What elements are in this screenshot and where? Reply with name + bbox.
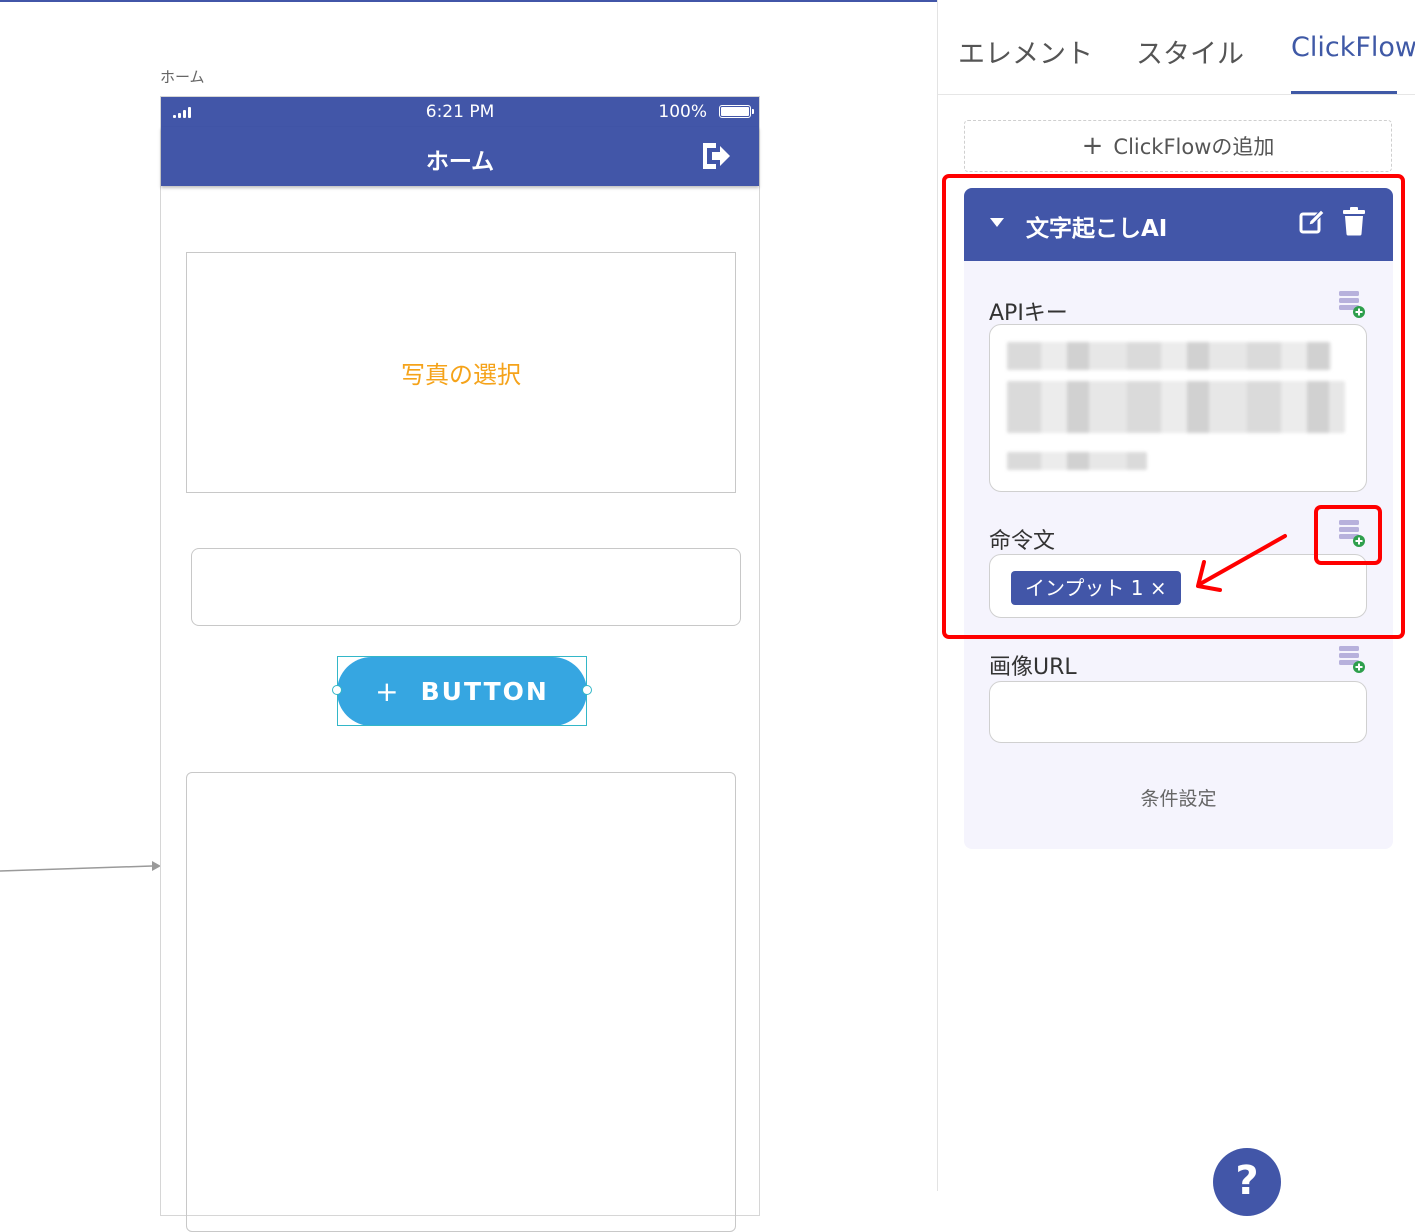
add-clickflow-label: ClickFlowの追加 bbox=[1113, 135, 1275, 159]
panel-tabs: エレメント スタイル ClickFlow bbox=[938, 0, 1415, 95]
output-text-area[interactable] bbox=[186, 772, 736, 1232]
image-url-label: 画像URL bbox=[989, 655, 1077, 680]
annotation-arrow bbox=[1196, 534, 1287, 592]
tab-style[interactable]: スタイル bbox=[1136, 32, 1244, 71]
help-button[interactable]: ? bbox=[1213, 1148, 1281, 1216]
battery-icon bbox=[719, 105, 754, 118]
screen-transition-arrow bbox=[0, 861, 161, 872]
status-bar: 6:21 PM 100% bbox=[161, 97, 759, 127]
resize-handle-right[interactable] bbox=[582, 685, 592, 695]
resize-handle-left[interactable] bbox=[332, 685, 342, 695]
selection-outline bbox=[332, 656, 592, 726]
nav-bar: ホーム bbox=[161, 127, 759, 186]
input-field[interactable] bbox=[191, 548, 741, 626]
nav-title: ホーム bbox=[425, 149, 495, 175]
battery-percent: 100% bbox=[658, 102, 707, 122]
add-clickflow-button[interactable]: + ClickFlowの追加 bbox=[964, 120, 1392, 172]
phone-screen[interactable]: 6:21 PM 100% ホーム 写真の選択 + BUTTON bbox=[160, 96, 760, 1232]
tab-element[interactable]: エレメント bbox=[958, 32, 1093, 71]
logout-icon[interactable] bbox=[699, 139, 733, 173]
active-tab-indicator bbox=[1291, 91, 1397, 94]
plus-icon: + bbox=[1081, 131, 1104, 161]
highlight-box bbox=[942, 174, 1405, 639]
image-url-field[interactable] bbox=[989, 681, 1367, 743]
condition-settings-link[interactable]: 条件設定 bbox=[964, 784, 1393, 811]
database-add-icon[interactable] bbox=[1338, 645, 1366, 675]
screen-caption: ホーム bbox=[160, 68, 205, 86]
photo-picker[interactable]: 写真の選択 bbox=[186, 252, 736, 493]
tab-clickflow[interactable]: ClickFlow bbox=[1291, 32, 1415, 63]
photo-picker-label: 写真の選択 bbox=[401, 361, 521, 389]
highlight-box bbox=[1314, 505, 1382, 565]
